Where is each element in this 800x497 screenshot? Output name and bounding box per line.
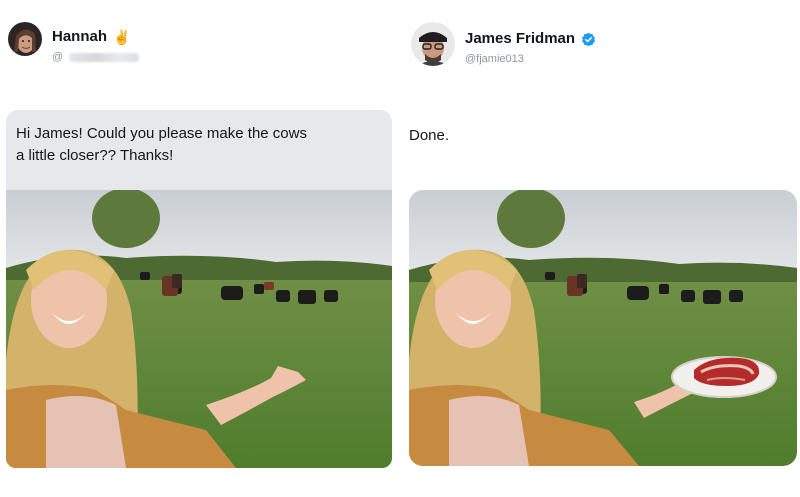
left-tweet: Hannah ✌ @ Hi James! Could you please ma… bbox=[0, 0, 400, 497]
james-fridman-avatar[interactable] bbox=[411, 22, 455, 66]
left-tweet-header: Hannah ✌ @ bbox=[8, 22, 140, 82]
right-tweet: James Fridman @fjamie013 Done. bbox=[403, 0, 800, 497]
right-author-name-row: James Fridman bbox=[465, 30, 596, 48]
blurred-handle bbox=[69, 52, 140, 62]
edited-selfie-photo[interactable] bbox=[409, 190, 797, 466]
right-author-block: James Fridman @fjamie013 bbox=[465, 30, 596, 66]
author-name[interactable]: Hannah bbox=[52, 28, 107, 46]
tweet-text-line-2: a little closer?? Thanks! bbox=[16, 147, 174, 164]
left-author-block: Hannah ✌ @ bbox=[52, 28, 140, 64]
peace-emoji: ✌ bbox=[113, 29, 131, 45]
author-name[interactable]: James Fridman bbox=[465, 30, 575, 48]
author-handle[interactable]: @ bbox=[52, 50, 140, 64]
request-text-bubble: Hi James! Could you please make the cows… bbox=[6, 110, 392, 196]
verified-check-icon bbox=[581, 32, 596, 47]
original-selfie-photo[interactable] bbox=[6, 190, 392, 468]
hannah-avatar[interactable] bbox=[8, 22, 42, 56]
tweet-text-line-1: Hi James! Could you please make the cows bbox=[16, 125, 307, 142]
author-handle[interactable]: @fjamie013 bbox=[465, 52, 596, 66]
handle-prefix: @ bbox=[52, 51, 64, 63]
right-tweet-header: James Fridman @fjamie013 bbox=[411, 22, 596, 82]
left-author-name-row: Hannah ✌ bbox=[52, 28, 139, 46]
reply-text: Done. bbox=[409, 127, 450, 144]
